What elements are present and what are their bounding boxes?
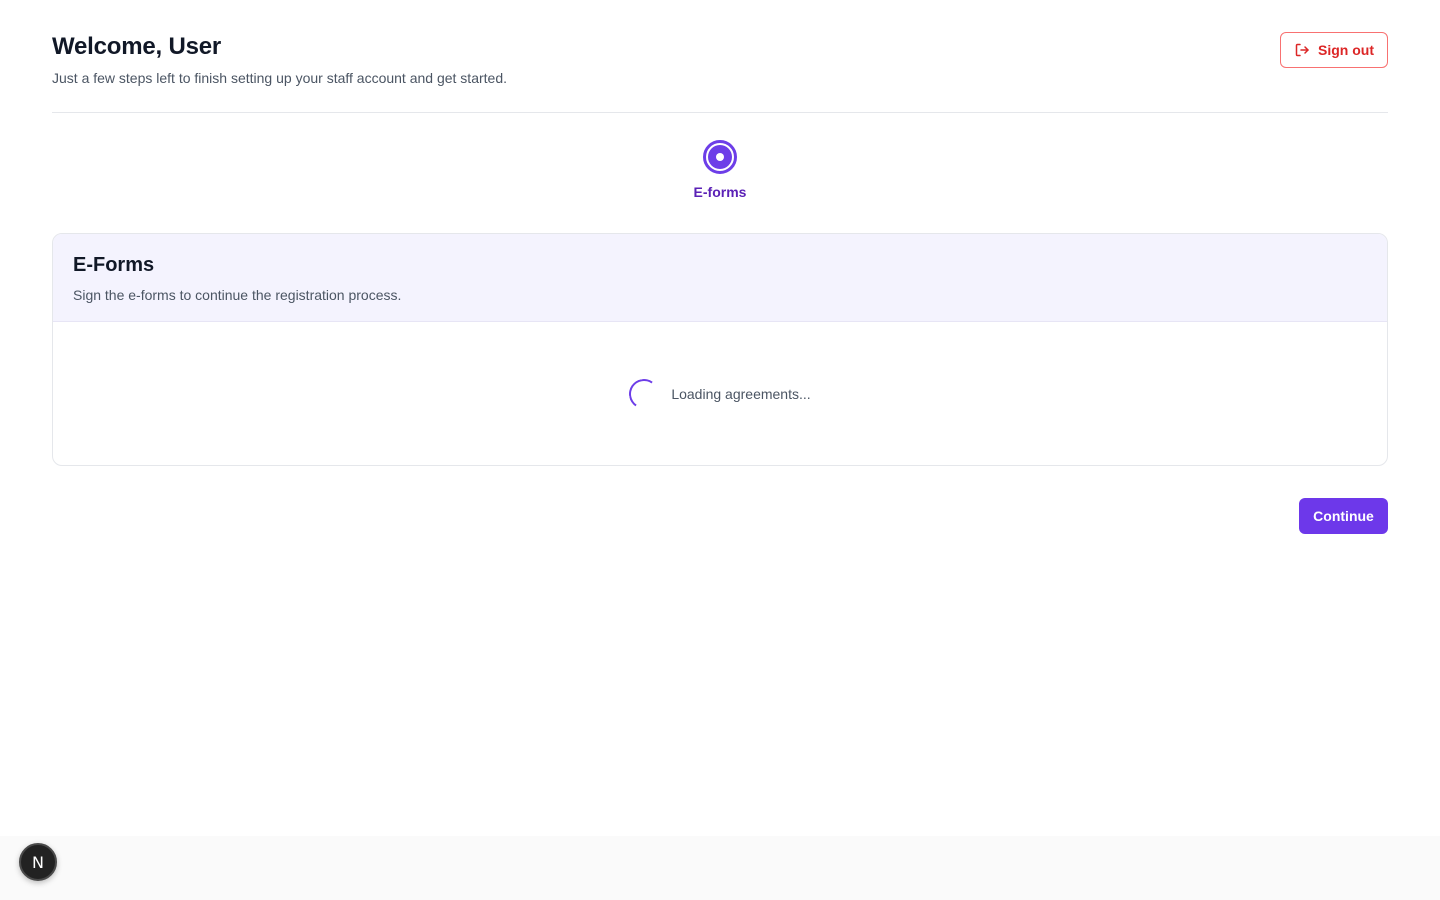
page-title: Welcome, User [52, 33, 222, 60]
page-subtitle: Just a few steps left to finish setting … [52, 70, 507, 86]
stepper: E-forms [52, 140, 1388, 200]
step-dot-icon [716, 153, 724, 161]
sign-out-label: Sign out [1318, 42, 1374, 58]
main-container: Welcome, User Just a few steps left to f… [52, 0, 1388, 534]
step-label-eforms: E-forms [693, 184, 747, 200]
card-description: Sign the e-forms to continue the registr… [73, 287, 402, 303]
page-header: Welcome, User Just a few steps left to f… [52, 0, 1388, 113]
logout-icon [1294, 42, 1310, 58]
nextjs-dev-badge[interactable]: N [19, 843, 57, 881]
step-current-indicator [703, 140, 737, 174]
page: Welcome, User Just a few steps left to f… [0, 0, 1440, 900]
loading-spinner-icon [626, 376, 662, 412]
step-indicator-fill [708, 145, 732, 169]
continue-button[interactable]: Continue [1299, 498, 1388, 534]
eforms-card: E-Forms Sign the e-forms to continue the… [52, 233, 1388, 466]
loading-text: Loading agreements... [671, 386, 811, 402]
card-title: E-Forms [73, 254, 155, 276]
card-body: Loading agreements... [53, 322, 1387, 465]
sign-out-button[interactable]: Sign out [1280, 32, 1388, 68]
footer-bar [0, 836, 1440, 900]
card-header: E-Forms Sign the e-forms to continue the… [53, 234, 1387, 322]
